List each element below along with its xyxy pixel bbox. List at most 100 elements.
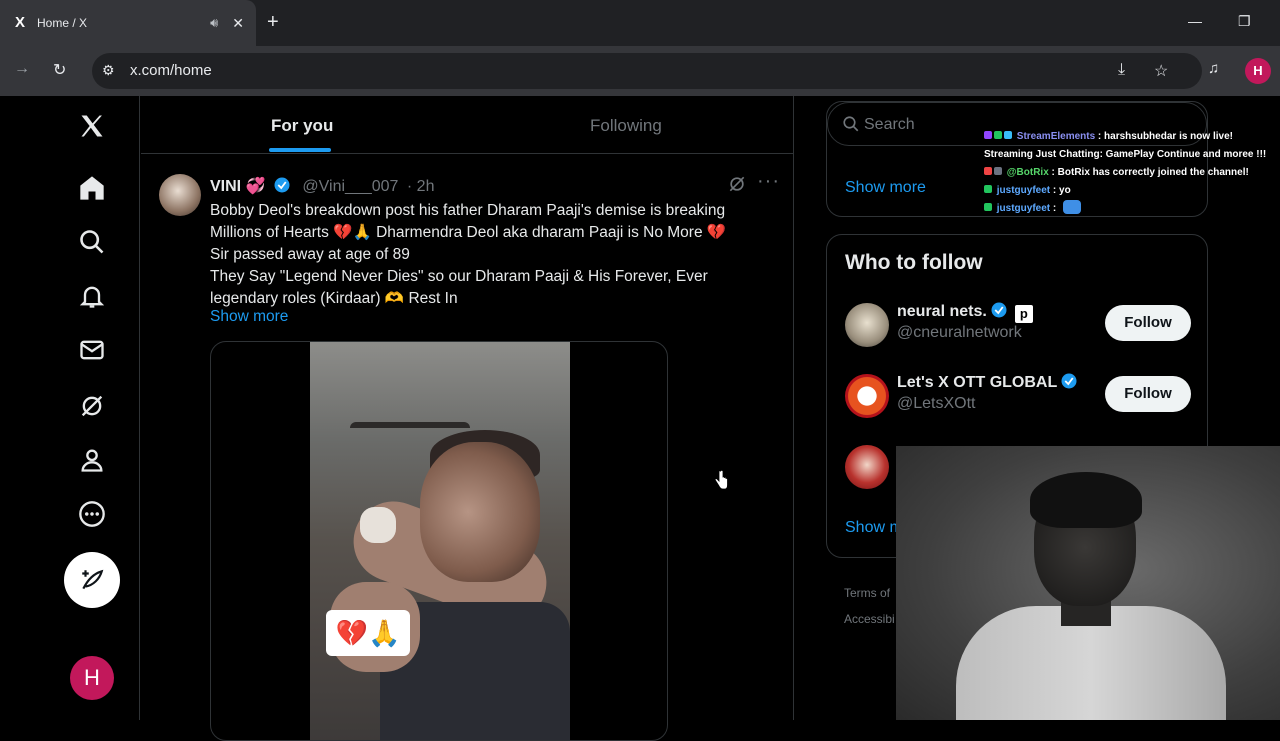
trends-show-more-link[interactable]: Show more: [845, 179, 926, 197]
chat-username: justguyfeet: [996, 203, 1051, 214]
suggestion-avatar[interactable]: [845, 303, 889, 347]
suggestion-avatar[interactable]: [845, 374, 889, 418]
chat-message: @BotRix : BotRix has correctly joined th…: [984, 164, 1280, 182]
chat-message: justguyfeet :: [984, 200, 1280, 218]
search-placeholder: Search: [864, 116, 915, 133]
tab-title: Home / X: [37, 16, 88, 30]
tweet-line: Millions of Hearts 💔🙏 Dharmendra Deol ak…: [210, 224, 727, 241]
bookmark-star-icon[interactable]: ☆: [1154, 61, 1168, 81]
chat-separator: :: [1048, 167, 1058, 178]
x-logo-icon: X: [14, 14, 25, 31]
chat-username: @BotRix: [1006, 167, 1049, 178]
account-avatar[interactable]: H: [70, 656, 114, 700]
badge-icon: [994, 167, 1002, 175]
tweet-video[interactable]: 💔🙏: [210, 341, 668, 741]
tweet-author-avatar[interactable]: [159, 174, 201, 216]
who-to-follow-title: Who to follow: [845, 251, 983, 274]
feed-tabs: For you Following: [141, 96, 794, 154]
messages-envelope-icon[interactable]: [76, 334, 108, 366]
tweet-line: Sir passed away at age of 89: [210, 246, 410, 263]
grok-explain-icon[interactable]: [727, 174, 747, 194]
chat-username: justguyfeet: [996, 185, 1051, 196]
tweet-line: They Say "Legend Never Dies" so our Dhar…: [210, 268, 708, 285]
profile-icon[interactable]: [76, 444, 108, 476]
tweet-header: VINI 💞 @Vini___007 · 2h: [210, 176, 434, 196]
follow-suggestion[interactable]: neural nets. p @cneuralnetwork Follow: [827, 299, 1207, 355]
omnibox[interactable]: ⚙ x.com/home ⤓ ☆: [92, 53, 1202, 89]
timeline: For you Following VINI 💞 @Vini___007 · 2…: [141, 96, 794, 741]
minimize-icon[interactable]: —: [1188, 13, 1202, 29]
follow-suggestion[interactable]: Let's X OTT GLOBAL @LetsXOtt Follow: [827, 370, 1207, 426]
badge-icon: [984, 131, 992, 139]
more-circle-icon[interactable]: [76, 498, 108, 530]
grok-icon[interactable]: [76, 390, 108, 422]
tweet-author-handle[interactable]: @Vini___007: [302, 178, 398, 195]
follow-button[interactable]: Follow: [1105, 305, 1191, 341]
kick-badge-icon: [984, 203, 992, 211]
verified-badge-icon: [991, 302, 1007, 318]
kick-badge-icon: [984, 185, 992, 193]
affiliate-badge: p: [1014, 305, 1033, 323]
restore-icon[interactable]: ❐: [1238, 13, 1251, 30]
new-tab-button[interactable]: +: [267, 12, 279, 32]
tab-for-you[interactable]: For you: [271, 116, 333, 136]
more-options-icon[interactable]: ···: [757, 170, 780, 193]
tweet-line: Bobby Deol's breakdown post his father D…: [210, 202, 726, 219]
suggestion-name[interactable]: Let's X OTT GLOBAL: [897, 372, 1081, 392]
webcam-person-hair: [1030, 472, 1142, 528]
follow-button[interactable]: Follow: [1105, 376, 1191, 412]
badge-icon: [984, 167, 992, 175]
url-text[interactable]: x.com/home: [130, 62, 212, 79]
chat-text: BotRix has correctly joined the channel!: [1057, 167, 1249, 178]
footer-links: Terms of Accessibi: [844, 580, 895, 632]
suggestion-handle[interactable]: @cneuralnetwork: [897, 324, 1022, 342]
chat-username: StreamElements: [1016, 131, 1096, 142]
footer-accessibility-link[interactable]: Accessibi: [844, 606, 895, 632]
tweet-author-name[interactable]: VINI: [210, 178, 241, 195]
active-tab-indicator: [269, 148, 331, 152]
browser-tab[interactable]: X Home / X 🔊︎ ✕: [0, 0, 256, 46]
chat-separator: :: [1050, 185, 1060, 196]
who-to-follow-show-more-link[interactable]: Show m: [845, 519, 903, 537]
hand-cursor-icon: [714, 470, 728, 490]
webcam-overlay: [896, 446, 1280, 720]
home-icon[interactable]: [76, 172, 108, 204]
cat-emote-icon: [1063, 200, 1082, 214]
footer-terms-link[interactable]: Terms of: [844, 580, 895, 606]
suggestion-handle[interactable]: @LetsXOtt: [897, 395, 976, 413]
compose-post-button[interactable]: [64, 552, 120, 608]
stream-chat-overlay: StreamElements : harshsubhedar is now li…: [984, 128, 1280, 218]
video-frame[interactable]: 💔🙏: [310, 342, 570, 740]
address-bar-row: → ↻ ⚙ x.com/home ⤓ ☆ ♫ H: [0, 46, 1280, 96]
close-tab-icon[interactable]: ✕: [232, 15, 244, 32]
verified-badge-icon: [274, 177, 290, 193]
chat-message: StreamElements : harshsubhedar is now li…: [984, 128, 1280, 164]
browser-profile-avatar[interactable]: H: [1245, 58, 1271, 84]
notifications-bell-icon[interactable]: [76, 280, 108, 312]
site-info-icon[interactable]: ⚙: [102, 62, 115, 79]
badge-icon: [994, 131, 1002, 139]
suggestion-name[interactable]: neural nets. p: [897, 301, 1033, 323]
badge-icon: [1004, 131, 1012, 139]
media-control-icon[interactable]: ♫: [1208, 60, 1219, 77]
verified-badge-icon: [1061, 373, 1077, 389]
chat-text: yo: [1059, 185, 1071, 196]
tab-following[interactable]: Following: [590, 116, 662, 136]
tweet-time[interactable]: · 2h: [407, 178, 435, 195]
x-logo-icon[interactable]: [76, 110, 108, 142]
speaker-icon[interactable]: 🔊︎: [210, 15, 218, 31]
chat-separator: :: [1095, 131, 1105, 142]
install-app-icon[interactable]: ⤓: [1118, 61, 1125, 79]
suggestion-avatar[interactable]: [845, 445, 889, 489]
chat-message: justguyfeet : yo: [984, 182, 1280, 200]
tweet-show-more-link[interactable]: Show more: [210, 308, 288, 326]
reload-icon[interactable]: ↻: [53, 60, 66, 80]
forward-icon[interactable]: →: [14, 60, 30, 78]
left-nav: H: [0, 96, 140, 720]
search-icon: [843, 116, 859, 132]
tweet-line: legendary roles (Kirdaar) 🫶 Rest In: [210, 290, 458, 307]
name-emoji: 💞: [245, 178, 266, 195]
tweet-text: Bobby Deol's breakdown post his father D…: [210, 200, 780, 310]
search-icon[interactable]: [76, 226, 108, 258]
browser-tabstrip: X Home / X 🔊︎ ✕ + — ❐: [0, 0, 1280, 46]
